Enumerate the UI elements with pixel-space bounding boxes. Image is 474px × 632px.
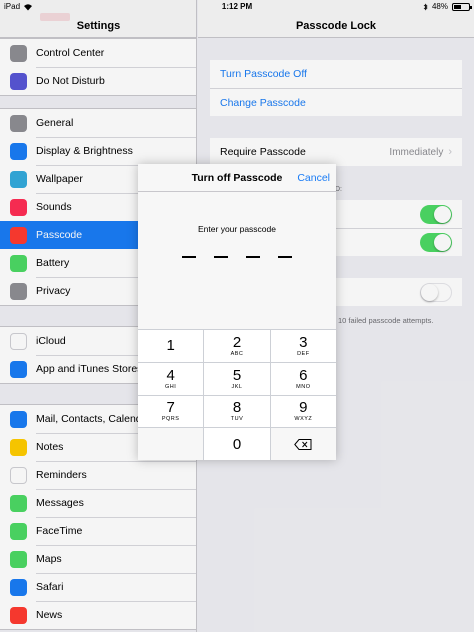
passcode-digit-slot [246,256,260,258]
keypad-key-5[interactable]: 5 JKL [204,362,270,395]
status-bar: iPad 1:12 PM 48% [0,0,474,14]
key-digit: 7 [166,399,175,417]
keypad-key-2[interactable]: 2 ABC [204,330,270,362]
modal-header: Turn off Passcode Cancel [138,164,336,192]
passcode-digit-slot [182,256,196,258]
keypad-key-9[interactable]: 9 WXYZ [270,395,336,428]
passcode-prompt: Enter your passcode [198,224,276,234]
bluetooth-icon [423,3,428,10]
passcode-digit-slot [278,256,292,258]
keypad-blank [138,428,204,460]
passcode-digit-slot [214,256,228,258]
keypad-key-1[interactable]: 1 [138,330,204,362]
key-digit: 4 [166,366,175,384]
keypad-key-6[interactable]: 6 MNO [270,362,336,395]
key-digit: 2 [232,333,242,351]
key-digit: 9 [299,399,308,417]
battery-percent: 48% [431,2,448,11]
key-letters: WXYZ [294,416,313,423]
delete-key[interactable] [270,428,336,460]
battery-fill [454,4,461,9]
status-time: 1:12 PM [221,2,253,11]
keypad-key-7[interactable]: 7 PQRS [138,395,204,428]
key-digit: 0 [232,435,242,453]
key-digit: 6 [299,366,308,384]
numeric-keypad: 1 2 ABC 3 DEF 4 GHI 5 JKL 6 MNO 7 PQRS 8 TUV 9 WXYZ 0 [138,329,336,460]
key-letters: PQRS [161,416,180,423]
keypad-key-4[interactable]: 4 GHI [138,362,204,395]
key-letters: ABC [230,350,244,357]
key-letters: DEF [297,350,310,357]
keypad-key-8[interactable]: 8 TUV [204,395,270,428]
key-digit: 5 [232,366,242,384]
passcode-entry-dashes [138,256,336,258]
key-letters: GHI [165,383,177,390]
battery-icon [452,2,472,11]
key-letters: TUV [230,416,244,423]
key-digit: 8 [232,399,242,417]
key-letters: JKL [231,383,243,390]
backspace-icon [294,438,312,450]
keypad-key-3[interactable]: 3 DEF [270,330,336,362]
key-digit: 1 [166,337,175,355]
turn-off-passcode-modal: Turn off Passcode Cancel Enter your pass… [138,164,336,460]
key-letters: MNO [296,383,311,390]
cancel-button[interactable]: Cancel [297,172,330,184]
keypad-key-0[interactable]: 0 [204,428,270,460]
key-digit: 3 [299,333,308,351]
status-right: 48% [423,2,472,11]
